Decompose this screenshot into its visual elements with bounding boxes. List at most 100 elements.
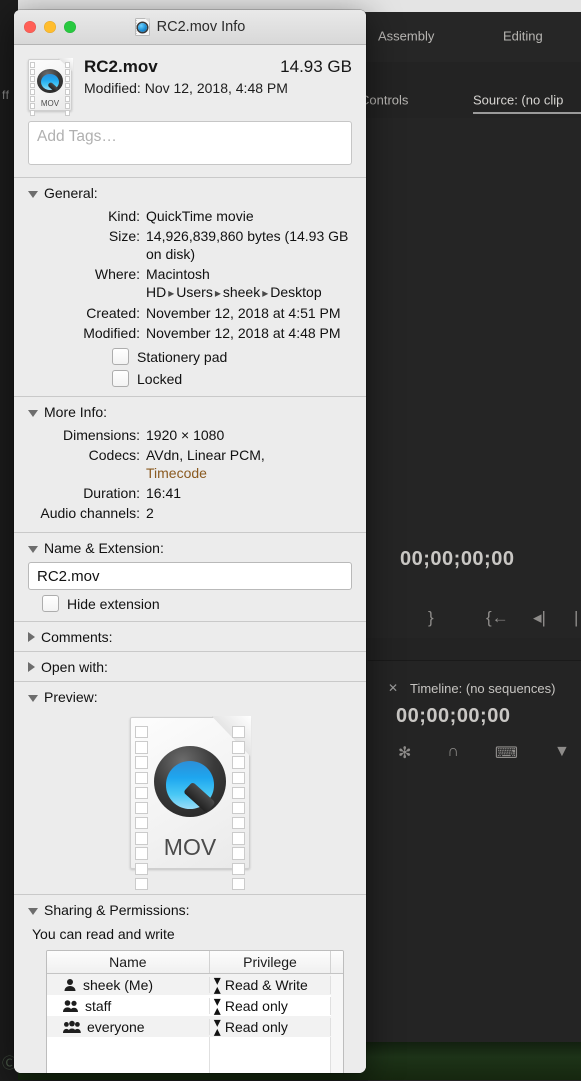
file-modified-value: Nov 12, 2018, 4:48 PM <box>144 80 288 96</box>
get-info-window: RC2.mov Info MOV RC2.mov 14.93 GB Modifi… <box>14 10 366 1073</box>
section-sharing-permissions-title: Sharing & Permissions: <box>44 902 190 918</box>
workspace-tab-assembly[interactable]: Assembly <box>378 29 434 44</box>
stationery-pad-row[interactable]: Stationery pad <box>112 348 352 365</box>
window-controls <box>24 21 76 33</box>
preview-area: MOV <box>28 705 352 891</box>
row-audio-channels: Audio channels: 2 <box>28 503 352 523</box>
column-header-pad <box>331 951 343 973</box>
permission-name: staff <box>85 997 112 1014</box>
marker-icon[interactable]: | <box>574 608 578 628</box>
mark-out-icon[interactable]: } <box>428 608 434 628</box>
permission-name-cell: sheek (Me) <box>47 976 210 993</box>
group-three-users-icon <box>63 1020 81 1033</box>
general-rows: Kind: QuickTime movie Size: 14,926,839,8… <box>28 206 352 343</box>
disclosure-triangle-open-icon[interactable] <box>28 694 38 702</box>
row-created-value: November 12, 2018 at 4:51 PM <box>146 305 341 321</box>
stationery-pad-label: Stationery pad <box>137 348 228 365</box>
permission-privilege: Read only <box>224 1018 288 1035</box>
permission-privilege-cell[interactable]: ▾ ▴ Read & Write <box>210 973 332 996</box>
disclosure-triangle-open-icon[interactable] <box>28 907 38 915</box>
path-separator-icon: ▸ <box>214 286 221 300</box>
step-back-to-in-icon[interactable]: {← <box>486 608 509 628</box>
permission-row-pad <box>331 1016 343 1037</box>
file-modified-label: Modified: <box>84 80 141 96</box>
section-general-header[interactable]: General: <box>28 185 352 201</box>
permission-privilege-cell[interactable]: ▾ ▴ Read only <box>210 994 332 1017</box>
section-open-with-header[interactable]: Open with: <box>28 659 352 675</box>
row-audio-channels-key: Audio channels: <box>40 505 140 521</box>
row-modified: Modified: November 12, 2018 at 4:48 PM <box>28 323 352 343</box>
permission-name-cell: staff <box>47 997 210 1014</box>
group-two-users-icon <box>63 1000 78 1012</box>
stepper-icon[interactable]: ▾ ▴ <box>214 994 221 1017</box>
row-kind: Kind: QuickTime movie <box>28 206 352 226</box>
disclosure-triangle-closed-icon[interactable] <box>28 632 35 642</box>
table-row[interactable]: everyone ▾ ▴ Read only <box>47 1015 343 1038</box>
permission-row-pad <box>331 974 343 995</box>
filename-input[interactable]: RC2.mov <box>28 562 352 590</box>
play-in-to-out-icon[interactable]: ◂| <box>533 608 546 628</box>
mov-document-icon[interactable]: MOV <box>130 716 251 891</box>
row-where: Where: Macintosh HD ▸ Users ▸ sheek ▸ Desktop <box>28 264 352 303</box>
stepper-icon[interactable]: ▾ ▴ <box>214 973 221 996</box>
file-header: MOV RC2.mov 14.93 GB Modified: Nov 12, 2… <box>14 45 366 121</box>
panel-tab-controls[interactable]: Controls <box>360 93 408 108</box>
timeline-panel-title: Timeline: (no sequences) <box>410 681 556 696</box>
section-preview-header[interactable]: Preview: <box>28 689 352 705</box>
close-icon[interactable]: ✕ <box>388 681 398 695</box>
row-codecs-value: AVdn, Linear PCM, Timecode <box>146 445 352 483</box>
single-user-icon <box>64 979 76 991</box>
locked-row[interactable]: Locked <box>112 370 352 387</box>
window-title: RC2.mov Info <box>156 19 246 35</box>
section-name-extension-title: Name & Extension: <box>44 540 164 556</box>
disclosure-triangle-open-icon[interactable] <box>28 545 38 553</box>
row-audio-channels-value: 2 <box>146 505 154 521</box>
section-general-title: General: <box>44 185 98 201</box>
window-titlebar[interactable]: RC2.mov Info <box>14 10 366 45</box>
hide-extension-row[interactable]: Hide extension <box>42 595 352 612</box>
path-part-2: sheek <box>222 284 261 300</box>
locked-checkbox[interactable] <box>112 370 129 387</box>
section-preview: Preview: MOV <box>14 681 366 894</box>
section-sharing-permissions-header[interactable]: Sharing & Permissions: <box>28 902 352 918</box>
zoom-button[interactable] <box>64 21 76 33</box>
section-open-with-title: Open with: <box>41 659 108 675</box>
path-part-1: Users <box>176 284 213 300</box>
column-header-privilege: Privilege <box>210 951 332 973</box>
row-where-key: Where: <box>94 266 140 282</box>
mov-document-icon[interactable] <box>134 18 150 36</box>
path-separator-icon: ▸ <box>262 286 269 300</box>
close-button[interactable] <box>24 21 36 33</box>
table-row[interactable]: sheek (Me) ▾ ▴ Read & Write <box>47 973 343 996</box>
row-kind-value: QuickTime movie <box>146 208 254 224</box>
add-marker-icon[interactable]: ▼ <box>554 743 570 763</box>
row-dimensions-value: 1920 × 1080 <box>146 427 225 443</box>
hide-extension-label: Hide extension <box>67 595 160 612</box>
minimize-button[interactable] <box>44 21 56 33</box>
row-dimensions-key: Dimensions: <box>62 427 140 443</box>
stationery-pad-checkbox[interactable] <box>112 348 129 365</box>
marker-sync-icon[interactable]: ⌨ <box>495 743 518 763</box>
table-row[interactable]: staff ▾ ▴ Read only <box>47 994 343 1017</box>
permission-privilege-cell[interactable]: ▾ ▴ Read only <box>210 1015 332 1038</box>
hide-extension-checkbox[interactable] <box>42 595 59 612</box>
snap-linked-selection-icon[interactable]: ✻ <box>398 743 411 763</box>
panel-tab-source[interactable]: Source: (no clip <box>473 93 563 108</box>
disclosure-triangle-open-icon[interactable] <box>28 409 38 417</box>
tags-input[interactable]: Add Tags… <box>28 121 352 165</box>
section-name-extension-header[interactable]: Name & Extension: <box>28 540 352 556</box>
stepper-icon[interactable]: ▾ ▴ <box>214 1015 221 1038</box>
workspace-tab-editing[interactable]: Editing <box>503 29 543 44</box>
row-codecs: Codecs: AVdn, Linear PCM, Timecode <box>28 445 352 483</box>
section-comments-header[interactable]: Comments: <box>28 629 352 645</box>
mov-document-icon[interactable]: MOV <box>28 58 73 116</box>
section-more-info-header[interactable]: More Info: <box>28 404 352 420</box>
disclosure-triangle-open-icon[interactable] <box>28 190 38 198</box>
snap-magnet-icon[interactable]: ∩ <box>447 743 459 763</box>
row-size-value: 14,926,839,860 bytes (14.93 GB on disk) <box>146 228 349 262</box>
tags-placeholder: Add Tags… <box>37 128 117 145</box>
section-general: General: Kind: QuickTime movie Size: 14,… <box>14 177 366 396</box>
row-size-key: Size: <box>108 228 140 244</box>
disclosure-triangle-closed-icon[interactable] <box>28 662 35 672</box>
path-separator-icon: ▸ <box>168 286 175 300</box>
